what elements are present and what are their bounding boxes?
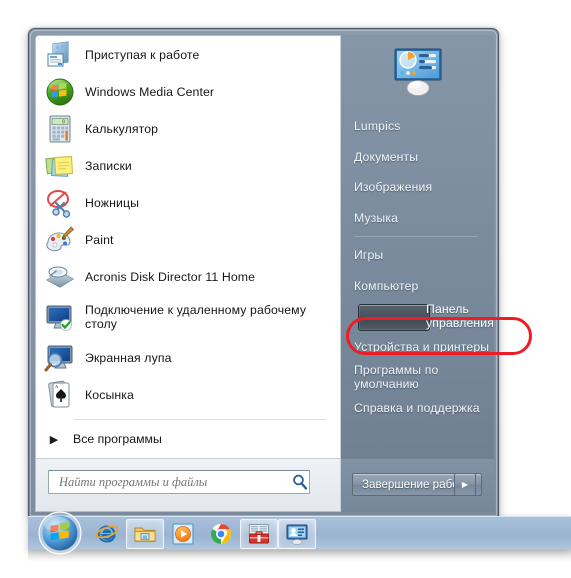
calculator-icon: 0 (44, 113, 76, 145)
right-item-music[interactable]: Музыка (341, 203, 494, 234)
windows-media-center-icon (44, 76, 76, 108)
right-item-label: Справка и поддержка (354, 400, 480, 415)
user-account-picture[interactable] (389, 47, 447, 97)
search-input[interactable] (57, 473, 289, 491)
program-item-label: Записки (85, 158, 132, 173)
taskbar-shadow (28, 550, 571, 562)
right-item-label: Изображения (354, 180, 433, 195)
shutdown-area: Завершение работы ▶ (341, 459, 494, 512)
program-item-label: Acronis Disk Director 11 Home (85, 269, 256, 284)
taskbar-buttons (88, 518, 316, 549)
program-item-remote-desktop[interactable]: Подключение к удаленному рабочему столу (36, 295, 340, 339)
right-item-help-and-support[interactable]: Справка и поддержка (341, 393, 494, 424)
right-item-label: Игры (354, 248, 384, 263)
right-item-documents[interactable]: Документы (341, 142, 494, 173)
right-item-label: Музыка (354, 210, 399, 225)
remote-assistance-icon (285, 522, 309, 546)
screenshot-root: Приступая к работе Windows Media Center … (0, 0, 571, 578)
acronis-disk-director-icon (44, 261, 76, 293)
right-item-label: Компьютер (354, 278, 419, 293)
right-item-default-programs[interactable]: Программы по умолчанию (341, 362, 494, 393)
taskbar-button-remote-assistance[interactable] (278, 518, 316, 549)
program-item-label: Косынка (85, 387, 134, 402)
right-item-label: Документы (354, 149, 419, 164)
taskbar-button-windows-media-player[interactable] (164, 519, 202, 549)
program-item-label: Экранная лупа (85, 350, 172, 365)
program-item-snipping-tool[interactable]: Ножницы (36, 184, 340, 221)
remote-desktop-icon (44, 301, 76, 333)
magnifier-icon (44, 342, 76, 374)
right-item-control-panel[interactable]: Панель управления (341, 301, 494, 332)
taskbar-button-internet-explorer[interactable] (88, 519, 126, 549)
shutdown-options-arrow[interactable]: ▶ (454, 473, 476, 496)
all-programs-button[interactable]: ▶ Все программы (36, 424, 340, 454)
program-list-divider (74, 419, 326, 420)
chevron-right-icon: ▶ (49, 433, 59, 446)
search-area (36, 458, 340, 511)
taskbar-button-windows-explorer[interactable] (126, 518, 164, 549)
paint-icon (44, 224, 76, 256)
program-item-label: Ножницы (85, 195, 140, 210)
search-box[interactable] (48, 470, 310, 494)
internet-explorer-icon (95, 522, 119, 546)
sticky-notes-icon (44, 150, 76, 182)
right-panel-divider (354, 236, 478, 237)
program-item-paint[interactable]: Paint (36, 221, 340, 258)
right-item-games[interactable]: Игры (341, 240, 494, 271)
program-item-acronis-disk-director[interactable]: Acronis Disk Director 11 Home (36, 258, 340, 295)
solitaire-icon: A (44, 379, 76, 411)
windows-media-player-icon (171, 522, 195, 546)
right-item-label: Программы по умолчанию (354, 363, 439, 392)
start-menu: Приступая к работе Windows Media Center … (28, 28, 499, 517)
chevron-right-icon: ▶ (461, 480, 469, 489)
right-item-devices-and-printers[interactable]: Устройства и принтеры (341, 332, 494, 363)
right-item-label: Устройства и принтеры (354, 339, 490, 354)
program-item-label: Приступая к работе (85, 47, 200, 62)
windows-explorer-icon (133, 522, 157, 546)
right-item-lumpics[interactable]: Lumpics (341, 111, 494, 142)
program-item-label: Подключение к удаленному рабочему столу (85, 303, 307, 331)
getting-started-icon (44, 39, 76, 71)
program-item-calculator[interactable]: 0 Калькулятор (36, 110, 340, 147)
program-item-windows-media-center[interactable]: Windows Media Center (36, 73, 340, 110)
program-item-magnifier[interactable]: Экранная лупа (36, 339, 340, 376)
program-list: Приступая к работе Windows Media Center … (36, 36, 340, 460)
search-icon[interactable] (291, 473, 309, 491)
start-menu-left-panel: Приступая к работе Windows Media Center … (35, 35, 341, 512)
program-item-sticky-notes[interactable]: Записки (36, 147, 340, 184)
toolbox-icon (247, 522, 271, 546)
taskbar (28, 511, 571, 555)
all-programs-label: Все программы (73, 432, 162, 446)
right-item-label: Панель управления (426, 302, 494, 331)
program-item-label: Windows Media Center (85, 84, 215, 99)
program-item-label: Калькулятор (85, 121, 159, 136)
right-item-pictures[interactable]: Изображения (341, 172, 494, 203)
program-item-solitaire[interactable]: A Косынка (36, 376, 340, 413)
right-item-computer[interactable]: Компьютер (341, 271, 494, 302)
selection-highlight (358, 303, 431, 331)
windows-start-orb[interactable] (38, 511, 82, 555)
taskbar-button-toolbox-app[interactable] (240, 518, 278, 549)
start-menu-right-panel: Lumpics Документы Изображения Музыка Игр… (341, 35, 494, 512)
google-chrome-icon (209, 522, 233, 546)
svg-text:0: 0 (62, 119, 65, 125)
program-item-label: Paint (85, 232, 114, 247)
taskbar-button-google-chrome[interactable] (202, 519, 240, 549)
right-item-label: Lumpics (354, 119, 401, 134)
program-item-getting-started[interactable]: Приступая к работе (36, 36, 340, 73)
right-panel-list: Lumpics Документы Изображения Музыка Игр… (341, 111, 494, 423)
snipping-tool-icon (44, 187, 76, 219)
